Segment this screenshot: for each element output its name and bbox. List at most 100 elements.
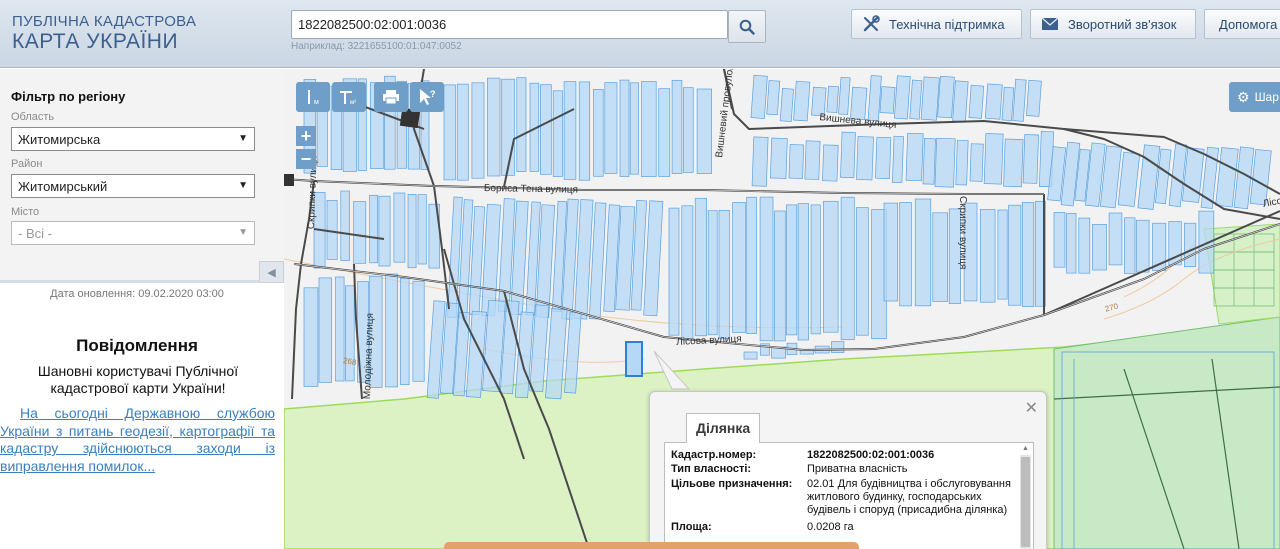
tab-parcel[interactable]: Ділянка [686,413,760,443]
land-parcel[interactable] [471,82,485,179]
print-button[interactable] [374,82,408,112]
collapse-sidebar-button[interactable]: ◀ [259,261,284,283]
zoom-in-button[interactable]: + [296,126,316,146]
land-parcel[interactable] [793,80,811,122]
land-parcel[interactable] [766,80,781,116]
scroll-up-icon[interactable]: ▲ [1020,445,1031,454]
land-parcel[interactable] [952,80,969,123]
land-parcel[interactable] [335,276,345,382]
land-parcel[interactable] [914,198,932,307]
feedback-button[interactable]: Зворотний зв'язок [1030,9,1196,39]
land-parcel[interactable] [769,137,788,179]
land-parcel[interactable] [905,132,924,182]
land-parcel[interactable] [732,202,746,333]
land-parcel[interactable] [955,139,969,186]
land-parcel[interactable] [840,196,855,341]
land-parcel[interactable] [788,144,805,179]
land-parcel[interactable] [823,200,839,333]
land-parcel[interactable] [1184,222,1197,268]
city-select[interactable]: - Всі - ▼ [11,221,255,245]
land-parcel[interactable] [412,280,425,382]
land-parcel[interactable] [983,133,1004,185]
land-parcel[interactable] [696,88,712,174]
land-parcel[interactable] [593,89,604,177]
land-parcel[interactable] [751,136,769,187]
land-parcel[interactable] [786,204,798,336]
land-parcel[interactable] [774,210,786,342]
land-parcel[interactable] [552,90,563,177]
land-parcel[interactable] [1053,212,1066,268]
popup-scrollbar-thumb[interactable] [1021,457,1030,547]
land-parcel[interactable] [1108,212,1123,266]
land-parcel[interactable] [619,79,630,177]
land-parcel[interactable] [1124,217,1136,274]
cadastral-search-input[interactable] [291,10,728,39]
land-parcel[interactable] [318,277,333,383]
land-parcel[interactable] [899,202,912,307]
land-parcel[interactable] [604,82,618,174]
land-parcel[interactable] [400,277,410,385]
land-parcel[interactable] [707,210,718,336]
land-parcel[interactable] [779,87,794,122]
land-parcel[interactable] [417,194,427,265]
land-parcel[interactable] [984,83,1003,120]
notice-link[interactable]: На сьогодні Державною службою України з … [0,405,275,475]
land-parcel[interactable] [1135,219,1150,273]
land-parcel[interactable] [856,136,874,181]
bottom-panel-tab[interactable] [444,542,859,549]
land-parcel[interactable] [969,143,984,182]
measure-length-button[interactable]: м [296,82,330,112]
land-parcel[interactable] [822,144,839,182]
land-parcel[interactable] [1026,79,1042,117]
land-parcel[interactable] [1078,217,1091,274]
identify-button[interactable]: ? [410,82,444,112]
land-parcel[interactable] [743,351,758,360]
land-parcel[interactable] [1001,86,1015,122]
land-parcel[interactable] [326,200,338,260]
land-parcel[interactable] [892,135,904,184]
land-parcel[interactable] [718,209,730,339]
land-parcel[interactable] [1003,138,1024,188]
land-parcel[interactable] [968,84,985,119]
land-parcel[interactable] [855,207,869,336]
land-parcel[interactable] [1021,202,1035,307]
land-parcel[interactable] [668,207,680,336]
land-parcel[interactable] [340,190,350,261]
land-parcel[interactable] [369,194,379,264]
land-parcel[interactable] [879,86,896,114]
land-parcel[interactable] [750,74,768,119]
land-parcel[interactable] [840,131,856,179]
land-parcel[interactable] [501,78,515,176]
land-parcel[interactable] [1008,204,1022,306]
land-parcel[interactable] [629,82,639,175]
land-parcel[interactable] [810,204,821,335]
site-logo[interactable]: ПУБЛІЧНА КАДАСТРОВА КАРТА УКРАЇНИ [12,13,196,54]
land-parcel[interactable] [456,83,469,181]
land-parcel[interactable] [658,88,671,177]
land-parcel[interactable] [937,75,955,119]
land-parcel[interactable] [826,85,839,113]
land-parcel[interactable] [694,197,707,337]
land-parcel[interactable] [443,84,456,181]
measure-area-button[interactable]: м² [332,82,366,112]
land-parcel[interactable] [540,84,552,175]
land-parcel[interactable] [407,194,417,269]
land-parcel[interactable] [797,203,809,341]
land-parcel[interactable] [393,192,406,263]
land-parcel[interactable] [353,201,367,264]
search-button[interactable] [728,10,766,43]
land-parcel[interactable] [641,81,657,177]
land-parcel[interactable] [378,195,391,267]
layers-settings-button[interactable]: ⚙ Шар [1229,82,1280,112]
land-parcel[interactable] [1022,134,1039,184]
land-parcel[interactable] [385,273,398,388]
close-icon[interactable]: ✕ [1025,398,1038,418]
land-parcel[interactable] [875,136,892,180]
land-parcel[interactable] [682,87,694,173]
zoom-out-button[interactable]: − [296,149,316,169]
land-parcel[interactable] [1092,224,1107,271]
land-parcel[interactable] [922,138,936,185]
land-parcel[interactable] [487,77,501,177]
land-parcel[interactable] [883,202,899,302]
land-parcel[interactable] [303,287,319,387]
